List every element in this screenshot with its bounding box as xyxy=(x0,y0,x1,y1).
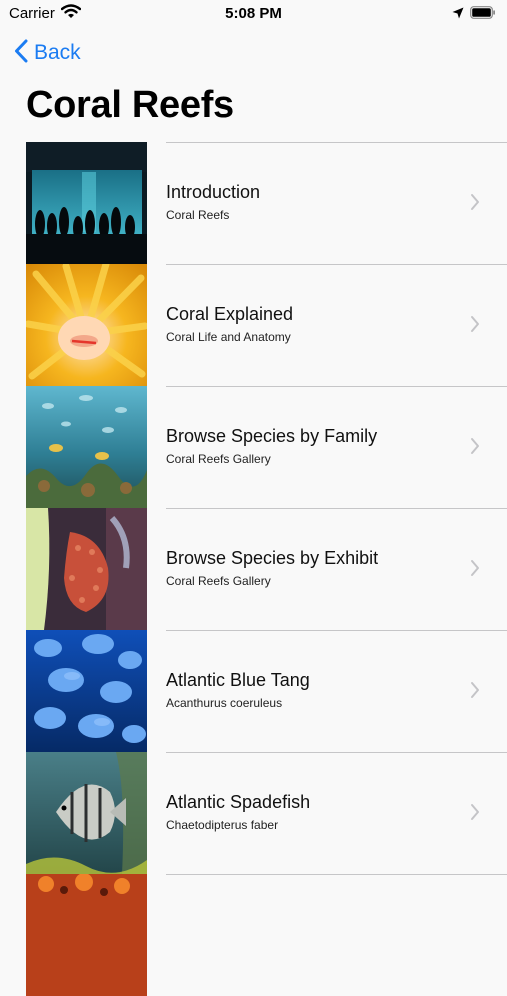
list-item-atlantic-spadefish[interactable]: Atlantic Spadefish Chaetodipterus faber xyxy=(0,752,507,874)
row-separator xyxy=(166,752,507,753)
thumbnail-spadefish xyxy=(26,752,147,874)
status-bar: Carrier 5:08 PM xyxy=(0,0,507,28)
row-title: Atlantic Blue Tang xyxy=(166,670,310,690)
thumbnail-coral-polyp xyxy=(26,264,147,386)
chevron-right-icon xyxy=(470,681,480,704)
chevron-left-icon xyxy=(14,39,28,68)
battery-icon xyxy=(470,6,496,19)
row-separator xyxy=(166,508,507,509)
row-title: Browse Species by Family xyxy=(166,426,378,446)
thumbnail-sea-star xyxy=(26,508,147,630)
row-separator xyxy=(166,264,507,265)
back-button[interactable]: Back xyxy=(14,38,81,68)
content-list: Introduction Coral Reefs Coral Explained… xyxy=(0,142,507,996)
row-subtitle: Coral Reefs xyxy=(166,208,230,222)
row-title: Atlantic Spadefish xyxy=(166,792,311,812)
status-time: 5:08 PM xyxy=(225,5,282,22)
chevron-right-icon xyxy=(470,315,480,338)
list-item-browse-by-family[interactable]: Browse Species by Family Coral Reefs Gal… xyxy=(0,386,507,508)
chevron-right-icon xyxy=(470,803,480,826)
list-item-introduction[interactable]: Introduction Coral Reefs xyxy=(0,142,507,264)
row-separator xyxy=(166,874,507,875)
chevron-right-icon xyxy=(470,559,480,582)
thumbnail-reef-fish xyxy=(26,386,147,508)
row-subtitle: Acanthurus coeruleus xyxy=(166,696,283,710)
row-separator xyxy=(166,630,507,631)
list-item-coral-explained[interactable]: Coral Explained Coral Life and Anatomy xyxy=(0,264,507,386)
list-item-atlantic-blue-tang[interactable]: Atlantic Blue Tang Acanthurus coeruleus xyxy=(0,630,507,752)
row-title: Browse Species by Exhibit xyxy=(166,548,379,568)
row-subtitle: Coral Life and Anatomy xyxy=(166,330,291,344)
thumbnail-aquarium-crowd xyxy=(26,142,147,264)
row-title: Introduction xyxy=(166,182,261,202)
chevron-right-icon xyxy=(470,193,480,216)
list-item-browse-by-exhibit[interactable]: Browse Species by Exhibit Coral Reefs Ga… xyxy=(0,508,507,630)
location-arrow-icon xyxy=(452,6,464,24)
thumbnail-partial xyxy=(26,874,147,996)
page-title: Coral Reefs xyxy=(26,84,234,126)
row-title: Coral Explained xyxy=(166,304,294,324)
row-separator xyxy=(166,142,507,143)
row-separator xyxy=(166,386,507,387)
back-label: Back xyxy=(34,41,81,64)
chevron-right-icon xyxy=(470,437,480,460)
row-subtitle: Chaetodipterus faber xyxy=(166,818,279,832)
row-subtitle: Coral Reefs Gallery xyxy=(166,452,271,466)
row-subtitle: Coral Reefs Gallery xyxy=(166,574,271,588)
list-item-partial[interactable] xyxy=(0,874,507,996)
thumbnail-blue-tang xyxy=(26,630,147,752)
